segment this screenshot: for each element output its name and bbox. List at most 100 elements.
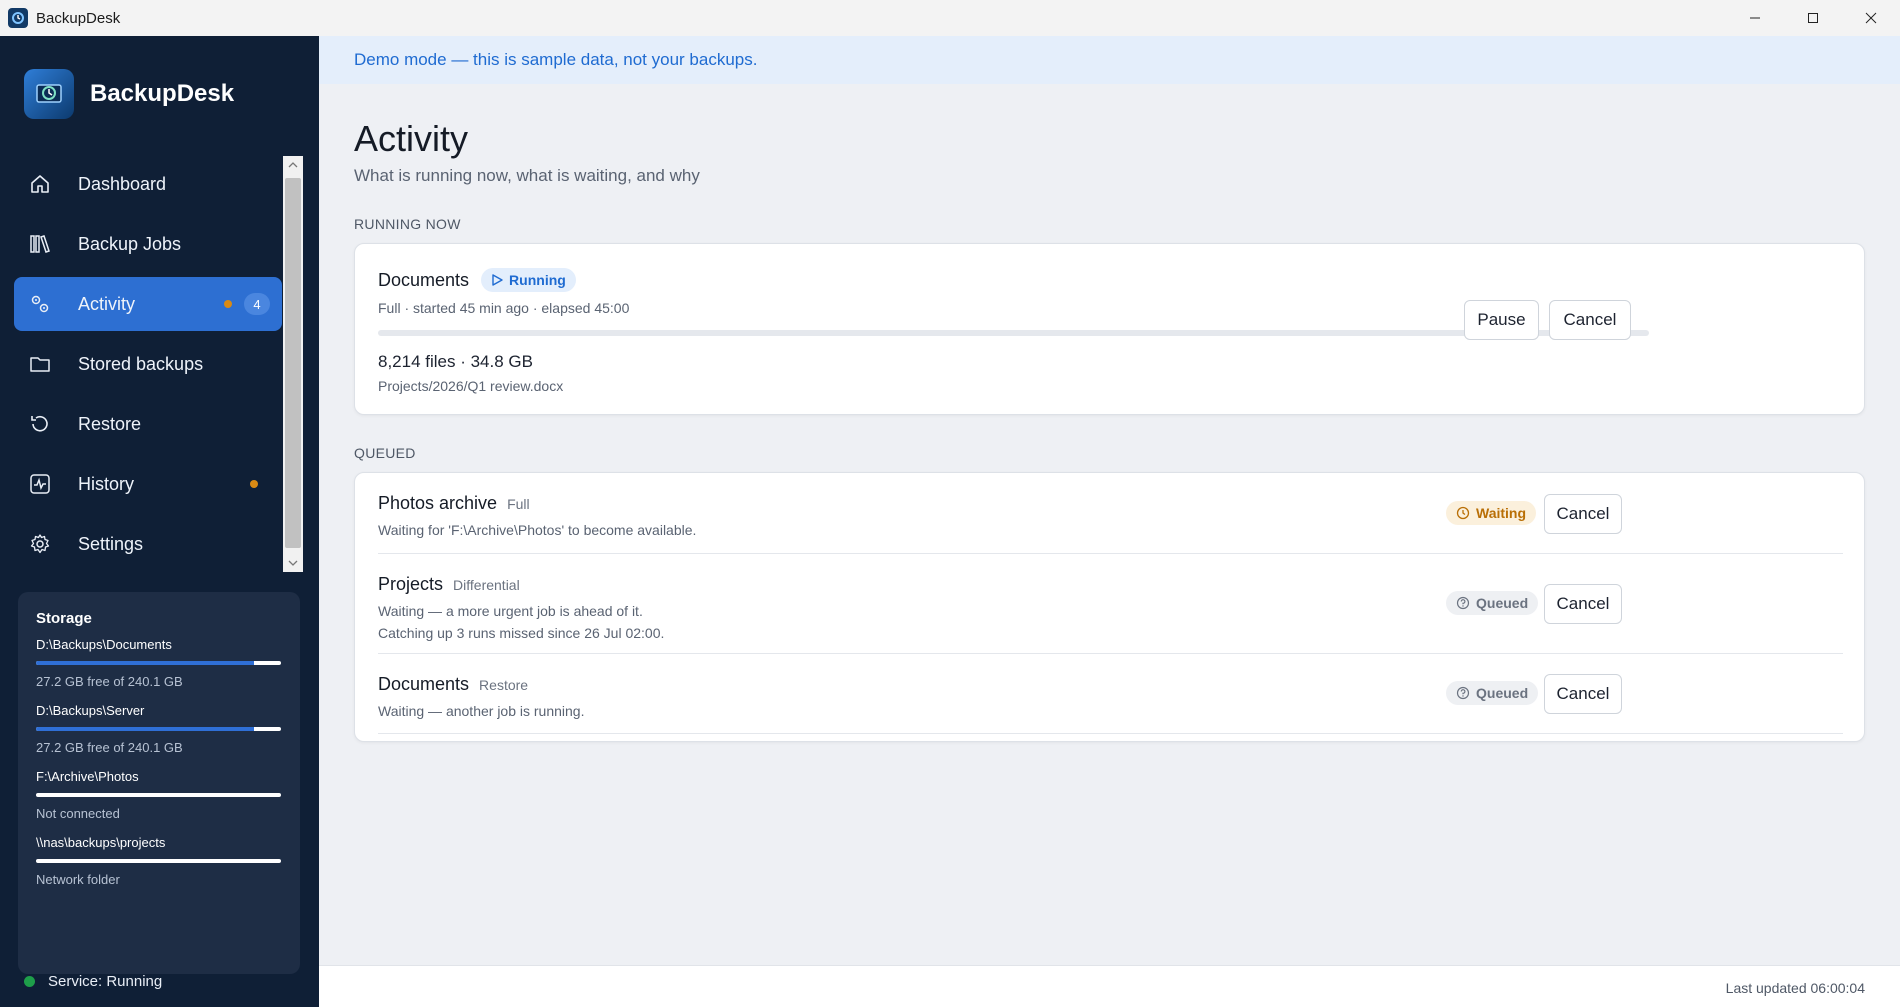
section-label-running: RUNNING NOW xyxy=(354,216,461,232)
storage-path: F:\Archive\Photos xyxy=(36,769,139,784)
clock-icon xyxy=(1456,506,1470,520)
status-badge: Queued xyxy=(1446,591,1539,615)
job-type: Differential xyxy=(453,577,520,593)
storage-usage-bar xyxy=(36,661,281,665)
sidebar-item-label: Restore xyxy=(78,413,142,434)
storage-path: \\nas\backups\projects xyxy=(36,835,166,850)
storage-free-space: 27.2 GB free of 240.1 GB xyxy=(36,740,183,755)
play-icon xyxy=(491,274,503,286)
main-content: Demo mode — this is sample data, not you… xyxy=(319,36,1900,1007)
maximize-button[interactable] xyxy=(1784,0,1842,36)
storage-item: D:\Backups\Documents 27.2 GB free of 240… xyxy=(36,637,282,689)
job-meta: Full · started 45 min ago · elapsed 45:0… xyxy=(378,300,630,316)
help-circle-icon xyxy=(1456,686,1470,700)
last-updated: Last updated 06:00:04 xyxy=(1725,980,1865,996)
sidebar: BackupDesk Dashboard Backup Jobs Activit… xyxy=(0,36,319,1007)
cancel-button[interactable]: Cancel xyxy=(1549,300,1631,340)
home-icon xyxy=(28,172,52,196)
title-bar: BackupDesk xyxy=(0,0,1900,36)
service-status-label: Service: Running xyxy=(48,973,163,990)
sidebar-item-settings[interactable]: Settings xyxy=(14,517,282,571)
sidebar-item-label: Settings xyxy=(78,533,144,554)
job-wait-reason: Waiting — a more urgent job is ahead of … xyxy=(378,603,643,619)
row-divider xyxy=(378,733,1843,734)
close-button[interactable] xyxy=(1842,0,1900,36)
cancel-button[interactable]: Cancel xyxy=(1544,584,1622,624)
job-name: Documents xyxy=(378,674,470,694)
cancel-button[interactable]: Cancel xyxy=(1544,674,1622,714)
cancel-button[interactable]: Cancel xyxy=(1544,494,1622,534)
queued-job-row: Documents Restore Waiting — another job … xyxy=(355,654,1866,734)
sidebar-item-history[interactable]: History xyxy=(14,457,282,511)
running-job-card: Documents Running Full · started 45 min … xyxy=(354,243,1865,415)
storage-path: D:\Backups\Documents xyxy=(36,637,172,652)
job-wait-reason: Waiting — another job is running. xyxy=(378,703,585,719)
sidebar-item-activity[interactable]: Activity 4 xyxy=(14,277,282,331)
queued-job-row: Photos archive Full Waiting for 'F:\Arch… xyxy=(355,473,1866,554)
sidebar-scrollbar[interactable] xyxy=(283,156,303,572)
demo-banner: Demo mode — this is sample data, not you… xyxy=(319,36,1900,84)
status-footer: Last updated 06:00:04 xyxy=(319,965,1900,1007)
status-badge-label: Queued xyxy=(1476,685,1529,701)
job-name: Projects xyxy=(378,574,444,594)
sidebar-item-dashboard[interactable]: Dashboard xyxy=(14,157,282,211)
help-circle-icon xyxy=(1456,596,1470,610)
gear-icon xyxy=(28,532,52,556)
job-progress-bar xyxy=(378,330,1649,336)
scroll-down-icon[interactable] xyxy=(283,554,303,572)
storage-status: Not connected xyxy=(36,806,120,821)
sidebar-item-label: Dashboard xyxy=(78,173,167,194)
job-type: Full xyxy=(507,496,530,512)
job-name: Documents xyxy=(378,269,470,290)
queued-job-row: Projects Differential Waiting — a more u… xyxy=(355,554,1866,654)
storage-item: \\nas\backups\projects Network folder xyxy=(36,835,282,887)
sidebar-nav: Dashboard Backup Jobs Activity 4 Stored … xyxy=(14,157,282,577)
storage-usage-bar xyxy=(36,793,281,797)
job-name: Photos archive xyxy=(378,493,498,513)
sidebar-item-restore[interactable]: Restore xyxy=(14,397,282,451)
books-icon xyxy=(28,232,52,256)
job-counts: 8,214 files · 34.8 GB xyxy=(378,352,533,371)
attention-dot xyxy=(224,300,232,308)
status-badge: Waiting xyxy=(1446,501,1537,525)
activity-icon xyxy=(28,472,52,496)
storage-panel: Storage D:\Backups\Documents 27.2 GB fre… xyxy=(18,592,300,974)
status-badge-label: Queued xyxy=(1476,595,1529,611)
status-badge: Queued xyxy=(1446,681,1539,705)
storage-free-space: 27.2 GB free of 240.1 GB xyxy=(36,674,183,689)
sidebar-item-label: History xyxy=(78,473,135,494)
count-badge: 4 xyxy=(244,293,270,315)
status-badge: Running xyxy=(481,268,576,292)
sidebar-item-label: Backup Jobs xyxy=(78,233,182,254)
sidebar-item-stored-backups[interactable]: Stored backups xyxy=(14,337,282,391)
minimize-button[interactable] xyxy=(1726,0,1784,36)
service-status: Service: Running xyxy=(24,973,162,990)
sidebar-item-backup-jobs[interactable]: Backup Jobs xyxy=(14,217,282,271)
job-current-file: Projects/2026/Q1 review.docx xyxy=(378,378,564,394)
page-title: Activity xyxy=(354,118,469,159)
status-badge-label: Waiting xyxy=(1476,505,1527,521)
queued-jobs-card: Photos archive Full Waiting for 'F:\Arch… xyxy=(354,472,1865,742)
scrollbar-thumb[interactable] xyxy=(285,178,301,548)
scroll-up-icon[interactable] xyxy=(283,156,303,174)
brand-logo-icon xyxy=(24,69,74,119)
sidebar-item-label: Activity xyxy=(78,293,136,314)
storage-usage-bar xyxy=(36,859,281,863)
restore-icon xyxy=(28,412,52,436)
app-icon xyxy=(8,8,28,28)
service-status-dot xyxy=(24,976,35,987)
brand[interactable]: BackupDesk xyxy=(24,69,234,119)
page-subtitle: What is running now, what is waiting, an… xyxy=(354,166,700,185)
brand-name: BackupDesk xyxy=(90,80,235,107)
gears-icon xyxy=(28,292,52,316)
storage-title: Storage xyxy=(36,610,92,627)
pause-button[interactable]: Pause xyxy=(1464,300,1539,340)
storage-item: D:\Backups\Server 27.2 GB free of 240.1 … xyxy=(36,703,282,755)
status-badge-label: Running xyxy=(509,272,566,288)
job-type: Restore xyxy=(479,677,529,693)
section-label-queued: QUEUED xyxy=(354,445,416,461)
sidebar-item-label: Stored backups xyxy=(78,353,204,374)
job-wait-reason: Waiting for 'F:\Archive\Photos' to becom… xyxy=(378,522,697,538)
storage-status: Network folder xyxy=(36,872,120,887)
storage-item: F:\Archive\Photos Not connected xyxy=(36,769,282,821)
